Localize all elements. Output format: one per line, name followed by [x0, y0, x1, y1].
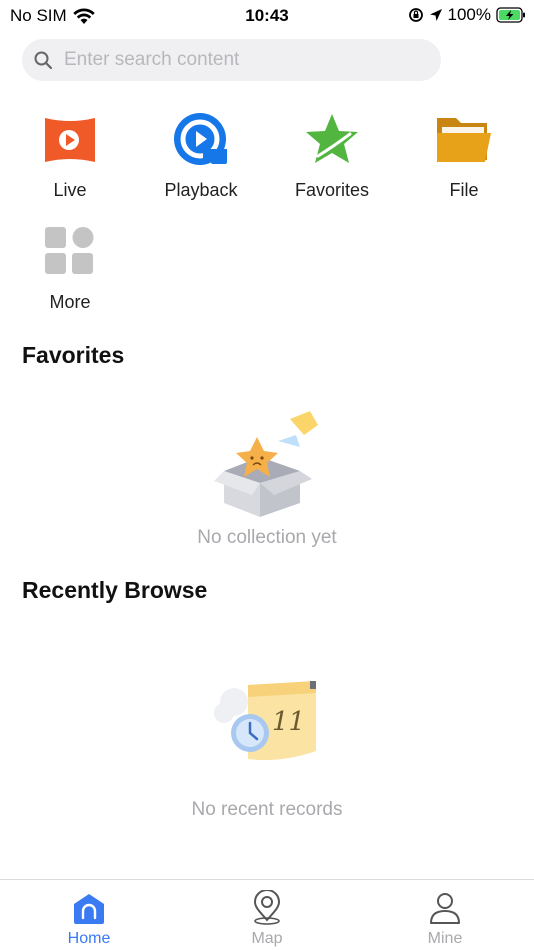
empty-box-icon — [214, 411, 318, 517]
playback-icon — [174, 113, 227, 165]
map-pin-icon — [253, 890, 281, 925]
tab-label: Mine — [427, 930, 463, 947]
tab-label: Map — [251, 930, 283, 947]
home-icon — [74, 894, 104, 924]
search-input[interactable] — [64, 49, 404, 71]
shortcut-file[interactable]: File — [409, 112, 519, 201]
star-icon — [306, 114, 358, 163]
battery-charging-icon — [496, 7, 525, 23]
tab-bar: Home Map Mine — [0, 879, 534, 950]
tab-map[interactable]: Map — [207, 890, 327, 948]
shortcut-live[interactable]: Live — [15, 112, 125, 201]
shortcut-label: File — [449, 180, 479, 200]
shortcut-playback[interactable]: Playback — [146, 112, 256, 201]
shortcut-favorites[interactable]: Favorites — [277, 112, 387, 201]
tab-label: Home — [67, 930, 111, 947]
live-icon — [45, 118, 95, 162]
folder-icon — [437, 118, 491, 162]
battery-percent: 100% — [447, 5, 491, 24]
grid-icon — [45, 227, 94, 274]
person-icon — [430, 893, 460, 924]
tab-mine[interactable]: Mine — [385, 890, 505, 948]
calendar-clock-icon: 11 — [214, 681, 316, 760]
search-icon — [34, 51, 53, 70]
orientation-lock-icon — [408, 8, 423, 22]
shortcut-label: More — [49, 292, 91, 312]
favorites-empty-text: No collection yet — [197, 527, 337, 548]
shortcut-label: Live — [53, 180, 87, 200]
search-bar[interactable] — [22, 39, 441, 81]
recent-title: Recently Browse — [22, 577, 208, 603]
location-arrow-icon — [429, 9, 442, 21]
shortcut-label: Playback — [164, 180, 238, 200]
shortcut-label: Favorites — [294, 180, 370, 200]
tab-home[interactable]: Home — [29, 890, 149, 948]
recent-empty-text: No recent records — [191, 799, 343, 820]
shortcut-more[interactable]: More — [15, 224, 125, 313]
status-bar: No SIM 10:43 100% — [0, 0, 534, 32]
favorites-title: Favorites — [22, 342, 125, 368]
status-right: 100% — [408, 5, 526, 25]
calendar-number: 11 — [272, 707, 305, 737]
